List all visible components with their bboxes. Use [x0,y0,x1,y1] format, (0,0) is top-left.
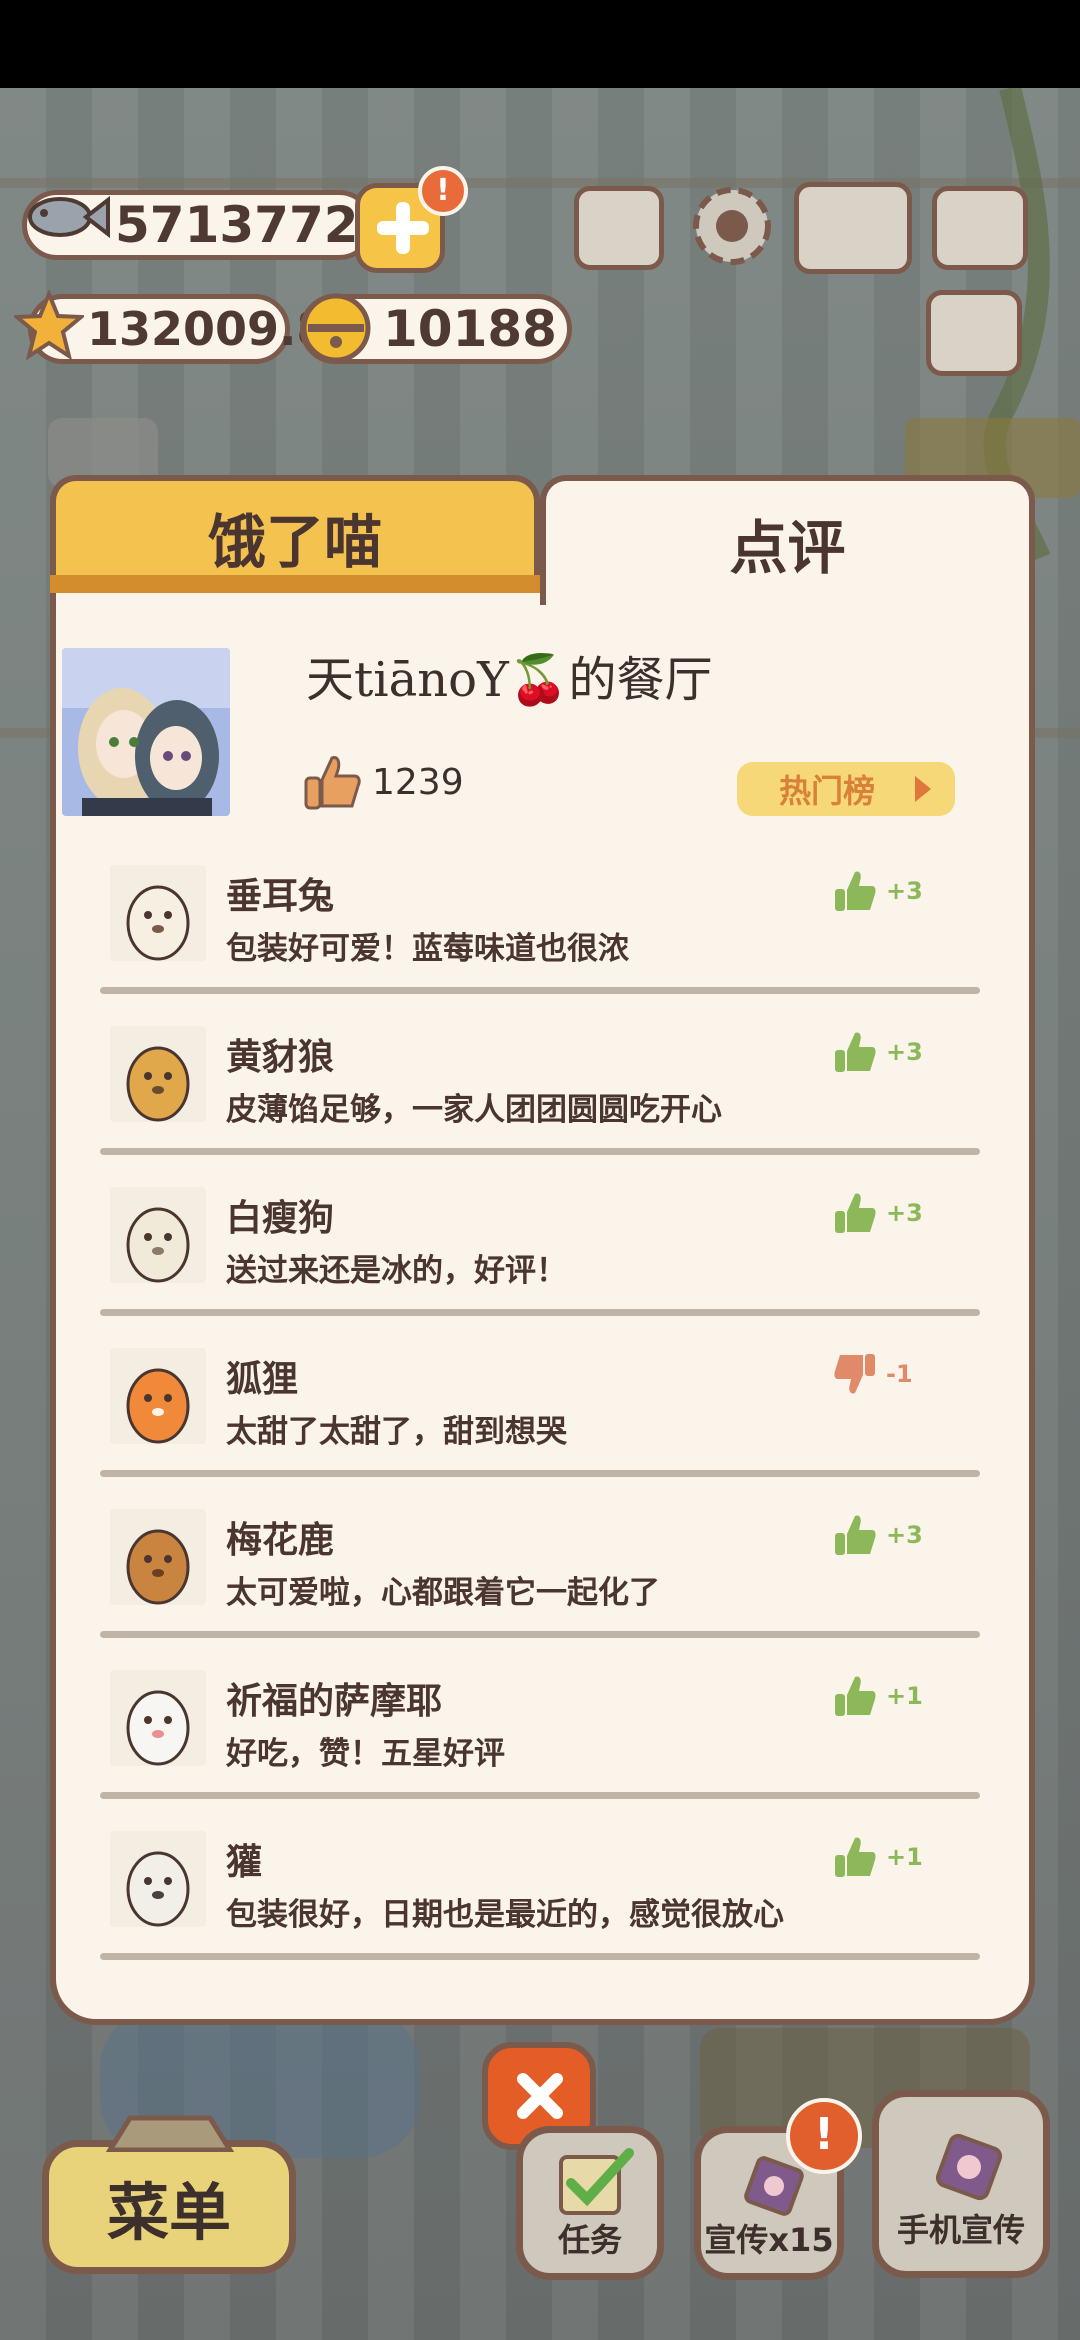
reviewer-avatar [110,1509,206,1605]
star-icon [14,290,84,361]
camera-icon[interactable] [932,186,1028,270]
phone-promo-icon [935,2133,1003,2201]
restaurant-like-thumb-icon [304,756,361,810]
fish-icon [28,195,110,239]
review-score: +3 [886,877,923,905]
review-item: 垂耳兔包装好可爱！蓝莓味道也很浓 +3 [62,865,982,1025]
bell-icon [301,293,371,363]
task-button-label: 任务 [557,2221,622,2259]
thumbs-up-icon [835,871,876,911]
reviewer-name: 祈福的萨摩耶 [226,1681,443,1722]
thumbs-up-icon [835,1193,876,1233]
restaurant-name: 天tiānoY🍒的餐厅 [306,652,713,708]
reviewer-avatar [110,865,206,961]
ranking-podium-icon[interactable] [574,186,664,270]
tab-ele-meow-base [50,575,540,593]
review-score: +1 [886,1682,923,1710]
review-score: +3 [886,1199,923,1227]
review-divider [100,1792,980,1799]
thumbs-up-icon [835,1515,876,1555]
review-item: 狐狸太甜了太甜了，甜到想哭 -1 [62,1348,982,1508]
review-divider [100,987,980,994]
review-item: 獾包装很好，日期也是最近的，感觉很放心 +1 [62,1831,982,1991]
tab-reviews[interactable]: 点评 [540,475,1035,605]
review-divider [100,1148,980,1155]
reviewer-name: 梅花鹿 [226,1520,335,1561]
tab-reviews-label: 点评 [729,514,846,582]
reviewer-name: 垂耳兔 [226,876,335,917]
bell-currency-value: 10188 [383,300,557,358]
review-item: 祈福的萨摩耶好吃，赞！五星好评 +1 [62,1670,982,1830]
reviewer-name: 白瘦狗 [226,1198,335,1239]
settings-gear-icon[interactable] [686,180,778,272]
hot-ranking-label: 热门榜 [779,772,876,810]
menu-clip-icon [105,2115,235,2152]
reviewer-name: 黄豺狼 [226,1037,335,1078]
restaurant-like-count: 1239 [372,762,464,803]
news-icon[interactable] [926,290,1022,376]
thumbs-down-icon [834,1354,875,1394]
paw-book-icon[interactable] [794,182,912,274]
alert-badge-icon: ! [418,166,468,216]
reviewer-avatar [110,1670,206,1766]
review-item: 梅花鹿太可爱啦，心都跟着它一起化了 +3 [62,1509,982,1669]
review-text: 送过来还是冰的，好评！ [226,1253,567,1289]
star-currency-value: 132009.8 [87,302,329,356]
menu-button[interactable]: 菜单 [42,2140,296,2274]
review-item: 白瘦狗送过来还是冰的，好评！ +3 [62,1187,982,1347]
thumbs-up-icon [835,1032,876,1072]
review-divider [100,1631,980,1638]
review-text: 太可爱啦，心都跟着它一起化了 [226,1575,660,1611]
task-check-icon [559,2148,634,2215]
phone-promo-button[interactable]: 手机宣传 [872,2090,1050,2278]
restaurant-avatar [62,648,230,816]
review-score: +1 [886,1843,923,1871]
review-item: 黄豺狼皮薄馅足够，一家人团团圆圆吃开心 +3 [62,1026,982,1186]
review-text: 包装很好，日期也是最近的，感觉很放心 [226,1897,784,1933]
reviewer-avatar [110,1831,206,1927]
hot-ranking-arrow-icon [915,776,931,802]
tab-ele-meow-label: 饿了喵 [207,508,382,576]
reviewer-avatar [110,1348,206,1444]
phone-promo-button-label: 手机宣传 [896,2211,1025,2249]
review-divider [100,1470,980,1477]
status-bar [0,0,1080,88]
promo-alert-badge-icon: ! [786,2098,862,2174]
reviewer-name: 獾 [226,1842,263,1883]
review-text: 包装好可爱！蓝莓味道也很浓 [226,931,629,967]
thumbs-up-icon [835,1837,876,1877]
review-divider [100,1953,980,1960]
menu-button-label: 菜单 [106,2176,231,2249]
review-text: 好吃，赞！五星好评 [226,1736,505,1772]
review-text: 太甜了太甜了，甜到想哭 [226,1414,567,1450]
review-score: +3 [886,1521,923,1549]
promo-button-label: 宣传x15 [704,2221,834,2259]
review-score: -1 [886,1360,913,1388]
reviewer-avatar [110,1026,206,1122]
review-text: 皮薄馅足够，一家人团团圆圆吃开心 [226,1092,722,1128]
reviewer-name: 狐狸 [226,1359,299,1400]
review-score: +3 [886,1038,923,1066]
task-button[interactable]: 任务 [516,2126,664,2280]
thumbs-up-icon [835,1676,876,1716]
reviewer-avatar [110,1187,206,1283]
review-divider [100,1309,980,1316]
hot-ranking-button[interactable]: 热门榜 [737,762,955,816]
